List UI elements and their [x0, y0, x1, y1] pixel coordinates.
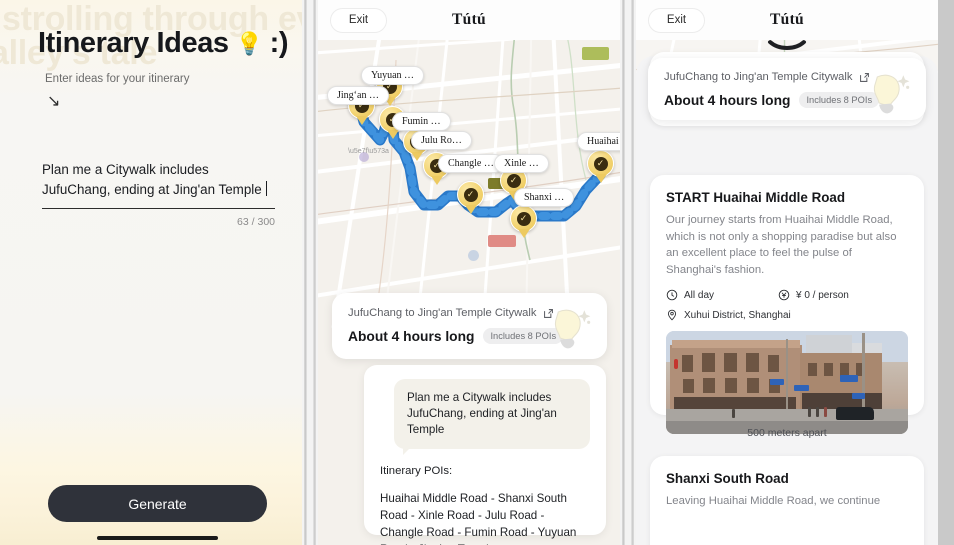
poi-detail-card-1[interactable]: START Huaihai Middle Road Our journey st…	[650, 175, 924, 434]
map-marker-label[interactable]: Shanxi …	[514, 188, 575, 207]
map-panel: \u5e7f\u573a ✓ Jing‘an … ✓ Yuyuan … ✓	[318, 0, 620, 545]
poi-meta-row-1: All day ¥ 0 / person	[666, 289, 908, 301]
distance-between-stops: 500 meters apart	[747, 427, 827, 439]
chat-card: Plan me a Citywalk includes JufuChang, e…	[364, 365, 606, 545]
lightbulb-icon: 💡	[235, 30, 263, 56]
detail-sheet[interactable]: Xinle Road - Julu Road - Changle Road - …	[636, 52, 938, 545]
photo-cornice	[672, 340, 800, 348]
lightbulb-illustration	[554, 309, 591, 349]
panel-divider-2	[620, 0, 636, 545]
location-pin-icon	[667, 309, 677, 321]
map-marker-label[interactable]: Julu Ro…	[411, 131, 472, 150]
route-summary-card[interactable]: JufuChang to Jing'an Temple Citywalk Abo…	[332, 293, 607, 359]
itinerary-pois-label: Itinerary POIs:	[380, 465, 453, 477]
map-marker-label[interactable]: Xinle …	[494, 154, 549, 173]
app-stage: strolling through every alley's tale Iti…	[0, 0, 954, 545]
user-message-bubble: Plan me a Citywalk includes JufuChang, e…	[394, 379, 590, 455]
check-icon: ✓	[463, 187, 478, 202]
route-title: JufuChang to Jing'an Temple Citywalk	[664, 71, 853, 83]
marker-tail	[594, 174, 607, 183]
marker-tail	[464, 205, 477, 214]
idea-input-group[interactable]: Plan me a Citywalk includes JufuChang, e…	[42, 160, 275, 228]
page-subtitle: Enter ideas for your itinerary	[45, 73, 190, 85]
sheet-drag-handle[interactable]	[767, 40, 807, 50]
photo-traffic-light	[674, 359, 678, 369]
map-marker-label[interactable]: Huaihai …	[577, 132, 620, 151]
lightbulb-illustration	[873, 74, 910, 114]
check-icon: ✓	[516, 211, 531, 226]
page-title-text: Itinerary Ideas	[38, 27, 229, 59]
clock-icon	[666, 289, 678, 301]
map-topbar: Exit Tútú	[318, 0, 620, 40]
check-icon: ✓	[593, 156, 608, 171]
map-marker[interactable]: ✓	[587, 150, 614, 184]
map-marker-label[interactable]: Jing‘an …	[327, 86, 389, 105]
marker-tail	[355, 116, 368, 125]
poi-hours-text: All day	[684, 289, 715, 301]
poi-price-text: ¥ 0 / person	[796, 289, 849, 301]
marker-head: ✓	[457, 181, 484, 208]
itinerary-pois-list: Huaihai Middle Road - Shanxi South Road …	[380, 492, 577, 545]
arrow-down-right-icon: ↘	[47, 93, 61, 110]
itinerary-ideas-panel: strolling through every alley's tale Iti…	[0, 0, 302, 545]
map-marker-label[interactable]: Yuyuan …	[361, 66, 425, 85]
idea-textarea[interactable]: Plan me a Citywalk includes JufuChang, e…	[42, 160, 275, 200]
marker-tail	[410, 152, 423, 161]
idea-textarea-value: Plan me a Citywalk includes JufuChang, e…	[42, 162, 262, 197]
poi-price: ¥ 0 / person	[778, 289, 849, 301]
smiley-text: :)	[269, 27, 289, 59]
map-marker[interactable]: ✓	[510, 205, 537, 239]
poi-detail-card-2[interactable]: Shanxi South Road Leaving Huaihai Middle…	[650, 456, 924, 545]
poi-description: Our journey starts from Huaihai Middle R…	[666, 214, 897, 276]
exit-button[interactable]: Exit	[648, 7, 705, 33]
poi-hours: All day	[666, 289, 778, 301]
character-counter: 63 / 300	[237, 216, 275, 228]
input-underline	[42, 208, 275, 209]
poi-photo[interactable]	[666, 331, 908, 434]
route-duration: About 4 hours long	[348, 328, 475, 344]
map-marker[interactable]: ✓	[457, 181, 484, 215]
text-caret	[265, 181, 268, 196]
map-marker-label[interactable]: Fumin …	[392, 112, 451, 131]
route-duration: About 4 hours long	[664, 92, 791, 108]
marker-tail	[386, 130, 399, 139]
exit-button[interactable]: Exit	[330, 7, 387, 33]
home-indicator	[97, 536, 218, 540]
panel-divider-1	[302, 0, 318, 545]
marker-tail	[430, 176, 443, 185]
marker-head: ✓	[587, 150, 614, 177]
detail-topbar: Exit Tútú	[636, 0, 938, 40]
generate-button[interactable]: Generate	[48, 485, 267, 522]
detail-panel: Exit Tútú Xinle Road - Julu Road - Chang…	[636, 0, 938, 545]
route-title: JufuChang to Jing'an Temple Citywalk	[348, 307, 537, 319]
poi-title: Shanxi South Road	[666, 471, 789, 486]
poi-location-text: Xuhui District, Shanghai	[684, 309, 791, 321]
marker-tail	[517, 229, 530, 238]
check-icon: ✓	[506, 173, 521, 188]
ticket-icon	[778, 289, 790, 301]
route-summary-card[interactable]: JufuChang to Jing'an Temple Citywalk Abo…	[648, 58, 926, 120]
page-title: Itinerary Ideas 💡 :)	[38, 27, 289, 60]
poi-location: Xuhui District, Shanghai	[666, 309, 908, 321]
marker-head: ✓	[510, 205, 537, 232]
poi-title: START Huaihai Middle Road	[666, 190, 846, 205]
poi-description: Leaving Huaihai Middle Road, we continue	[666, 495, 881, 507]
